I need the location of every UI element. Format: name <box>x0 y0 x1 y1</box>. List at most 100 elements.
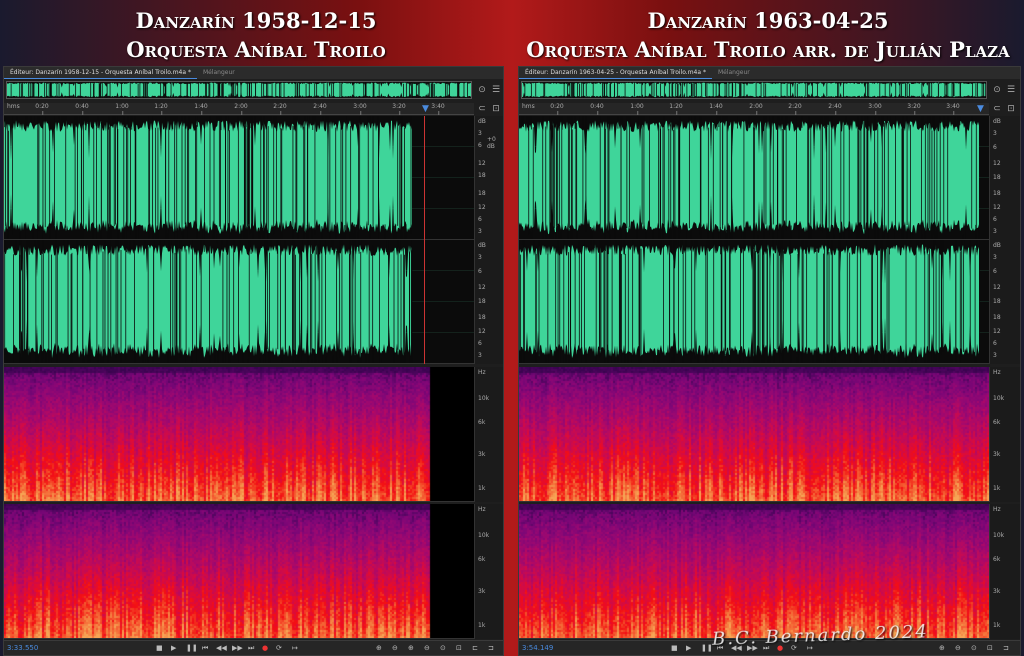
playhead-marker-icon[interactable]: ▼ <box>977 104 984 114</box>
tab-editor[interactable]: Éditeur: Danzarín 1963-04-25 - Orquesta … <box>519 67 712 79</box>
hz-scale-bottom: Hz 10k 6k 3k 1k <box>474 504 503 639</box>
spectrogram-channel-left[interactable] <box>4 367 474 502</box>
zoom-icon[interactable]: ⊙ <box>476 84 488 96</box>
db-label: 3 <box>478 130 482 137</box>
play-button[interactable]: ▶ <box>171 644 176 652</box>
tab-mixer[interactable]: Mélangeur <box>197 67 241 79</box>
waveform-channel-right[interactable] <box>519 240 989 364</box>
db-label: 3 <box>478 228 482 235</box>
stop-button[interactable]: ■ <box>156 644 163 652</box>
zoom-fit-icon[interactable]: ⊡ <box>1005 103 1017 115</box>
zoom-selection-icon[interactable]: ⊡ <box>456 644 462 652</box>
right-title-line1: Danzarín 1963-04-25 <box>647 8 889 33</box>
snap-icon[interactable]: ⊂ <box>991 103 1003 115</box>
ruler-tick: 3:00 <box>868 103 882 115</box>
overview-waveform[interactable] <box>521 81 987 99</box>
waveform-channel-left[interactable] <box>4 116 474 240</box>
zoom-left-icon[interactable]: ⊏ <box>472 644 478 652</box>
ruler-tick: 1:20 <box>154 103 168 115</box>
zoom-right-icon[interactable]: ⊐ <box>1003 644 1009 652</box>
db-scale-bottom: dB 3 6 12 18 18 12 6 3 <box>989 240 1020 364</box>
fast-forward-button[interactable]: ▶▶ <box>232 644 243 652</box>
goto-end-button[interactable]: ⏭ <box>248 644 254 653</box>
db-label: 12 <box>478 328 486 335</box>
db-label: 6 <box>993 340 997 347</box>
playhead-marker-icon[interactable]: ▼ <box>422 104 429 114</box>
hz-scale-top: Hz 10k 6k 3k 1k <box>989 367 1020 502</box>
right-title: Danzarín 1963-04-25 Orquesta Aníbal Troi… <box>512 6 1024 64</box>
hz-label: 1k <box>478 485 486 492</box>
play-button[interactable]: ▶ <box>686 644 691 652</box>
ruler-tick: 0:40 <box>590 103 604 115</box>
db-label: 12 <box>478 204 486 211</box>
ruler-tick: 2:00 <box>749 103 763 115</box>
zoom-full-icon[interactable]: ⊙ <box>971 644 977 652</box>
ruler-unit: hms <box>522 103 535 110</box>
ruler-tick: 3:20 <box>907 103 921 115</box>
hz-label: 3k <box>993 451 1001 458</box>
ruler-unit: hms <box>7 103 20 110</box>
waveform-channel-right[interactable] <box>4 240 474 364</box>
list-icon[interactable]: ☰ <box>490 84 502 96</box>
zoom-out-amplitude-icon[interactable]: ⊖ <box>392 644 398 652</box>
tab-bar: Éditeur: Danzarín 1963-04-25 - Orquesta … <box>519 67 1020 79</box>
hz-label: 3k <box>478 451 486 458</box>
spectrogram-channel-right[interactable] <box>4 504 474 639</box>
pause-button[interactable]: ❚❚ <box>186 644 198 652</box>
ruler-tick: 2:20 <box>788 103 802 115</box>
db-label: 3 <box>478 352 482 359</box>
hz-label: Hz <box>478 369 486 376</box>
record-button[interactable]: ● <box>262 644 268 652</box>
db-label: 6 <box>993 216 997 223</box>
list-icon[interactable]: ☰ <box>1005 84 1017 96</box>
db-label: 3 <box>993 130 997 137</box>
zoom-full-icon[interactable]: ⊙ <box>440 644 446 652</box>
playhead-line <box>424 116 425 364</box>
zoom-in-time-icon[interactable]: ⊕ <box>408 644 414 652</box>
ruler-tick: 3:40 <box>431 103 445 115</box>
pause-button[interactable]: ❚❚ <box>701 644 713 652</box>
snap-icon[interactable]: ⊂ <box>476 103 488 115</box>
zoom-selection-icon[interactable]: ⊡ <box>987 644 993 652</box>
spectrogram-channel-right[interactable] <box>519 504 989 639</box>
waveform-channel-left[interactable] <box>519 116 989 240</box>
ruler-tick: 2:40 <box>313 103 327 115</box>
zoom-out-time-icon[interactable]: ⊖ <box>955 644 961 652</box>
db-label: 3 <box>993 228 997 235</box>
goto-start-button[interactable]: ⏮ <box>202 644 208 653</box>
rewind-button[interactable]: ◀◀ <box>216 644 227 652</box>
zoom-right-icon[interactable]: ⊐ <box>488 644 494 652</box>
ruler-tick: 1:20 <box>669 103 683 115</box>
zoom-fit-icon[interactable]: ⊡ <box>490 103 502 115</box>
time-ruler[interactable]: hms 0:20 0:40 1:00 1:20 1:40 2:00 2:20 2… <box>4 103 474 115</box>
db-label: 18 <box>993 174 1001 181</box>
ruler-tick: 1:00 <box>115 103 129 115</box>
overview-waveform[interactable] <box>6 81 472 99</box>
db-label: 18 <box>993 298 1001 305</box>
db-label: 18 <box>478 172 486 179</box>
zoom-out-time-icon[interactable]: ⊖ <box>424 644 430 652</box>
hz-label: Hz <box>993 506 1001 513</box>
hz-label: 10k <box>993 395 1005 402</box>
spectrogram-channel-left[interactable] <box>519 367 989 502</box>
db-label: 12 <box>993 160 1001 167</box>
tab-mixer[interactable]: Mélangeur <box>712 67 756 79</box>
stop-button[interactable]: ■ <box>671 644 678 652</box>
hz-label: 1k <box>478 622 486 629</box>
db-label: 12 <box>478 160 486 167</box>
time-ruler[interactable]: hms 0:20 0:40 1:00 1:20 1:40 2:00 2:20 2… <box>519 103 989 115</box>
db-label: 18 <box>478 314 486 321</box>
zoom-icon[interactable]: ⊙ <box>991 84 1003 96</box>
skip-button[interactable]: ↦ <box>292 644 298 652</box>
hz-scale-top: Hz 10k 6k 3k 1k <box>474 367 503 502</box>
left-title-line2: Orquesta Aníbal Troilo <box>126 37 386 62</box>
zoom-in-time-icon[interactable]: ⊕ <box>939 644 945 652</box>
ruler-tick: 1:40 <box>709 103 723 115</box>
db-label: 12 <box>993 328 1001 335</box>
ruler-tick: 2:00 <box>234 103 248 115</box>
db-label: 12 <box>993 284 1001 291</box>
zoom-in-amplitude-icon[interactable]: ⊕ <box>376 644 382 652</box>
loop-button[interactable]: ⟳ <box>276 644 282 652</box>
editor-panel-right: Éditeur: Danzarín 1963-04-25 - Orquesta … <box>518 66 1021 656</box>
tab-editor[interactable]: Éditeur: Danzarín 1958-12-15 - Orquesta … <box>4 67 197 79</box>
